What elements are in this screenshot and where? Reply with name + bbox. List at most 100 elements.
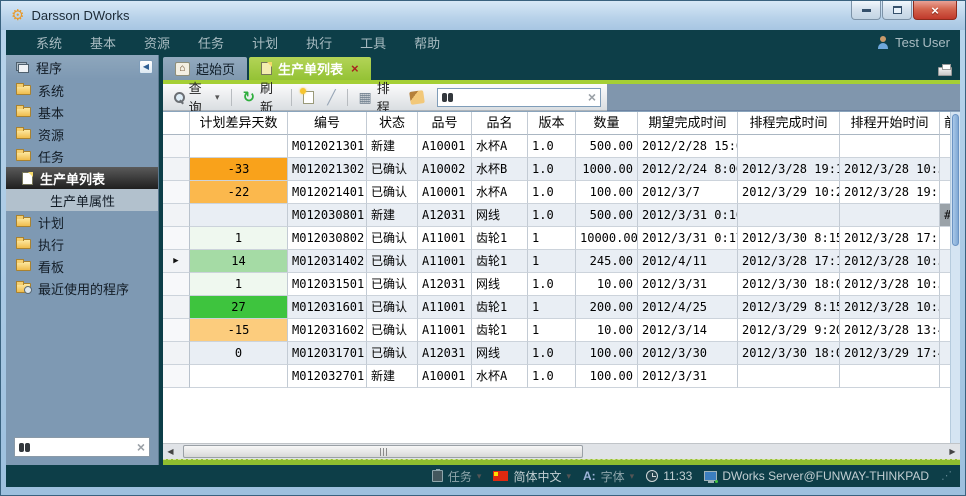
vertical-scrollbar-thumb[interactable] [952,114,959,246]
new-button[interactable] [299,89,318,106]
vertical-scrollbar[interactable] [950,112,960,443]
status-font-menu[interactable]: A: 字体 ▾ [583,468,634,485]
toolbar-search-box: × [437,88,601,107]
cell-status: 已确认 [367,273,418,296]
menu-item-1[interactable]: 基本 [76,30,130,55]
tab-close-icon[interactable]: × [351,62,359,75]
column-header-1[interactable]: 编号 [288,112,367,135]
status-language-menu[interactable]: 简体中文 ▾ [493,468,571,485]
calculator-icon: ▦ [359,90,372,104]
column-header-0[interactable]: 计划差异天数 [190,112,288,135]
cell-ver: 1.0 [528,158,576,181]
column-header-8[interactable]: 排程完成时间 [738,112,840,135]
cell-start: 2012/3/28 13:40 [840,319,940,342]
clean-button[interactable] [406,89,428,106]
cell-due: 2012/3/31 0:17 [638,227,738,250]
cell-ver: 1 [528,319,576,342]
menu-item-4[interactable]: 计划 [238,30,292,55]
cell-ver: 1.0 [528,342,576,365]
sidebar-item-0[interactable]: 系统 [6,79,158,101]
sidebar-search-input[interactable] [36,440,133,454]
menu-item-7[interactable]: 帮助 [400,30,454,55]
cell-diff: 1 [190,273,288,296]
table-row[interactable]: -22M012021401已确认A10001水杯A1.0100.002012/3… [163,181,953,204]
horizontal-scrollbar[interactable]: ◀ ▶ [163,443,960,459]
sidebar-item-label: 系统 [38,81,64,100]
binoculars-icon [442,92,455,103]
menu-item-2[interactable]: 资源 [130,30,184,55]
menu-item-5[interactable]: 执行 [292,30,346,55]
sidebar-item-2[interactable]: 资源 [6,123,158,145]
column-header-3[interactable]: 品号 [418,112,472,135]
menu-item-6[interactable]: 工具 [346,30,400,55]
column-header-9[interactable]: 排程开始时间 [840,112,940,135]
table-row[interactable]: 1M012030802已确认A11001齿轮1110000.002012/3/3… [163,227,953,250]
binoculars-icon [19,442,32,453]
cell-qty: 1000.00 [576,158,638,181]
minimize-button[interactable] [851,1,881,20]
sidebar-item-6[interactable]: 计划 [6,211,158,233]
table-row[interactable]: -33M012021302已确认A10002水杯B1.01000.002012/… [163,158,953,181]
table-row[interactable]: ▶14M012031402已确认A11001齿轮11245.002012/4/1… [163,250,953,273]
cell-end [738,135,840,158]
sidebar-item-9[interactable]: 最近使用的程序 [6,277,158,299]
sidebar-item-4[interactable]: 生产单列表 [6,167,158,189]
user-badge[interactable]: Test User [877,35,950,50]
folder-icon [16,261,31,271]
scroll-right-icon[interactable]: ▶ [945,444,960,459]
horizontal-scrollbar-thumb[interactable] [183,445,583,458]
menu-item-3[interactable]: 任务 [184,30,238,55]
column-header-6[interactable]: 数量 [576,112,638,135]
table-row[interactable]: 0M012031701已确认A12031网线1.0100.002012/3/30… [163,342,953,365]
cell-end: 2012/3/30 8:15 [738,227,840,250]
row-indicator-cell [163,365,190,388]
row-indicator-cell [163,319,190,342]
clock-icon [646,470,658,482]
table-row[interactable]: 1M012031501已确认A12031网线1.010.002012/3/312… [163,273,953,296]
toolbar-search-input[interactable] [459,90,584,104]
chevron-down-icon[interactable]: ▾ [215,92,220,103]
table-row[interactable]: M012021301新建A10001水杯A1.0500.002012/2/28 … [163,135,953,158]
sidebar-collapse-button[interactable]: ◀ [139,60,153,74]
column-header-2[interactable]: 状态 [367,112,418,135]
cell-due: 2012/3/30 [638,342,738,365]
table-row[interactable]: 27M012031601已确认A11001齿轮11200.002012/4/25… [163,296,953,319]
cell-name: 齿轮1 [472,250,528,273]
maximize-button[interactable] [882,1,912,20]
pen-icon: ╱ [327,90,335,104]
sidebar-item-8[interactable]: 看板 [6,255,158,277]
sidebar-item-label: 最近使用的程序 [38,279,129,298]
cell-pn: A11001 [418,296,472,319]
cell-code: M012032701 [288,365,367,388]
toolbar-buttons: 查询 ▾ ↻ 刷新 ╱ ▦ [163,84,607,111]
resize-grip-icon[interactable]: ⋰ [941,471,952,482]
sidebar-header: 程序 ◀ [6,55,158,79]
title-bar[interactable]: ⚙ Darsson DWorks × [1,1,965,30]
cell-qty: 100.00 [576,181,638,204]
table-row[interactable]: -15M012031602已确认A11001齿轮1110.002012/3/14… [163,319,953,342]
sidebar-search-clear-icon[interactable]: × [137,440,145,454]
column-header-5[interactable]: 版本 [528,112,576,135]
table-row[interactable]: M012032701新建A10001水杯A1.0100.002012/3/31 [163,365,953,388]
sidebar-item-1[interactable]: 基本 [6,101,158,123]
chevron-down-icon: ▾ [630,471,635,482]
sidebar-item-label: 生产单列表 [40,169,105,188]
cell-qty: 100.00 [576,342,638,365]
cell-diff: 14 [190,250,288,273]
toolbar-search-clear-icon[interactable]: × [588,90,596,104]
cell-ver: 1 [528,296,576,319]
table-row[interactable]: M012030801新建A12031网线1.0500.002012/3/31 0… [163,204,953,227]
sidebar-item-3[interactable]: 任务 [6,145,158,167]
column-header-4[interactable]: 品名 [472,112,528,135]
cell-code: M012021301 [288,135,367,158]
column-header-7[interactable]: 期望完成时间 [638,112,738,135]
sidebar-item-7[interactable]: 执行 [6,233,158,255]
status-task-menu[interactable]: 任务 ▾ [432,468,482,485]
edit-button[interactable]: ╱ [323,88,339,106]
printer-icon[interactable] [938,67,952,76]
close-button[interactable]: × [913,1,957,20]
scroll-left-icon[interactable]: ◀ [163,444,178,459]
folder-icon [16,217,31,227]
sidebar-item-5[interactable]: 生产单属性 [6,189,158,211]
menu-item-0[interactable]: 系统 [22,30,76,55]
